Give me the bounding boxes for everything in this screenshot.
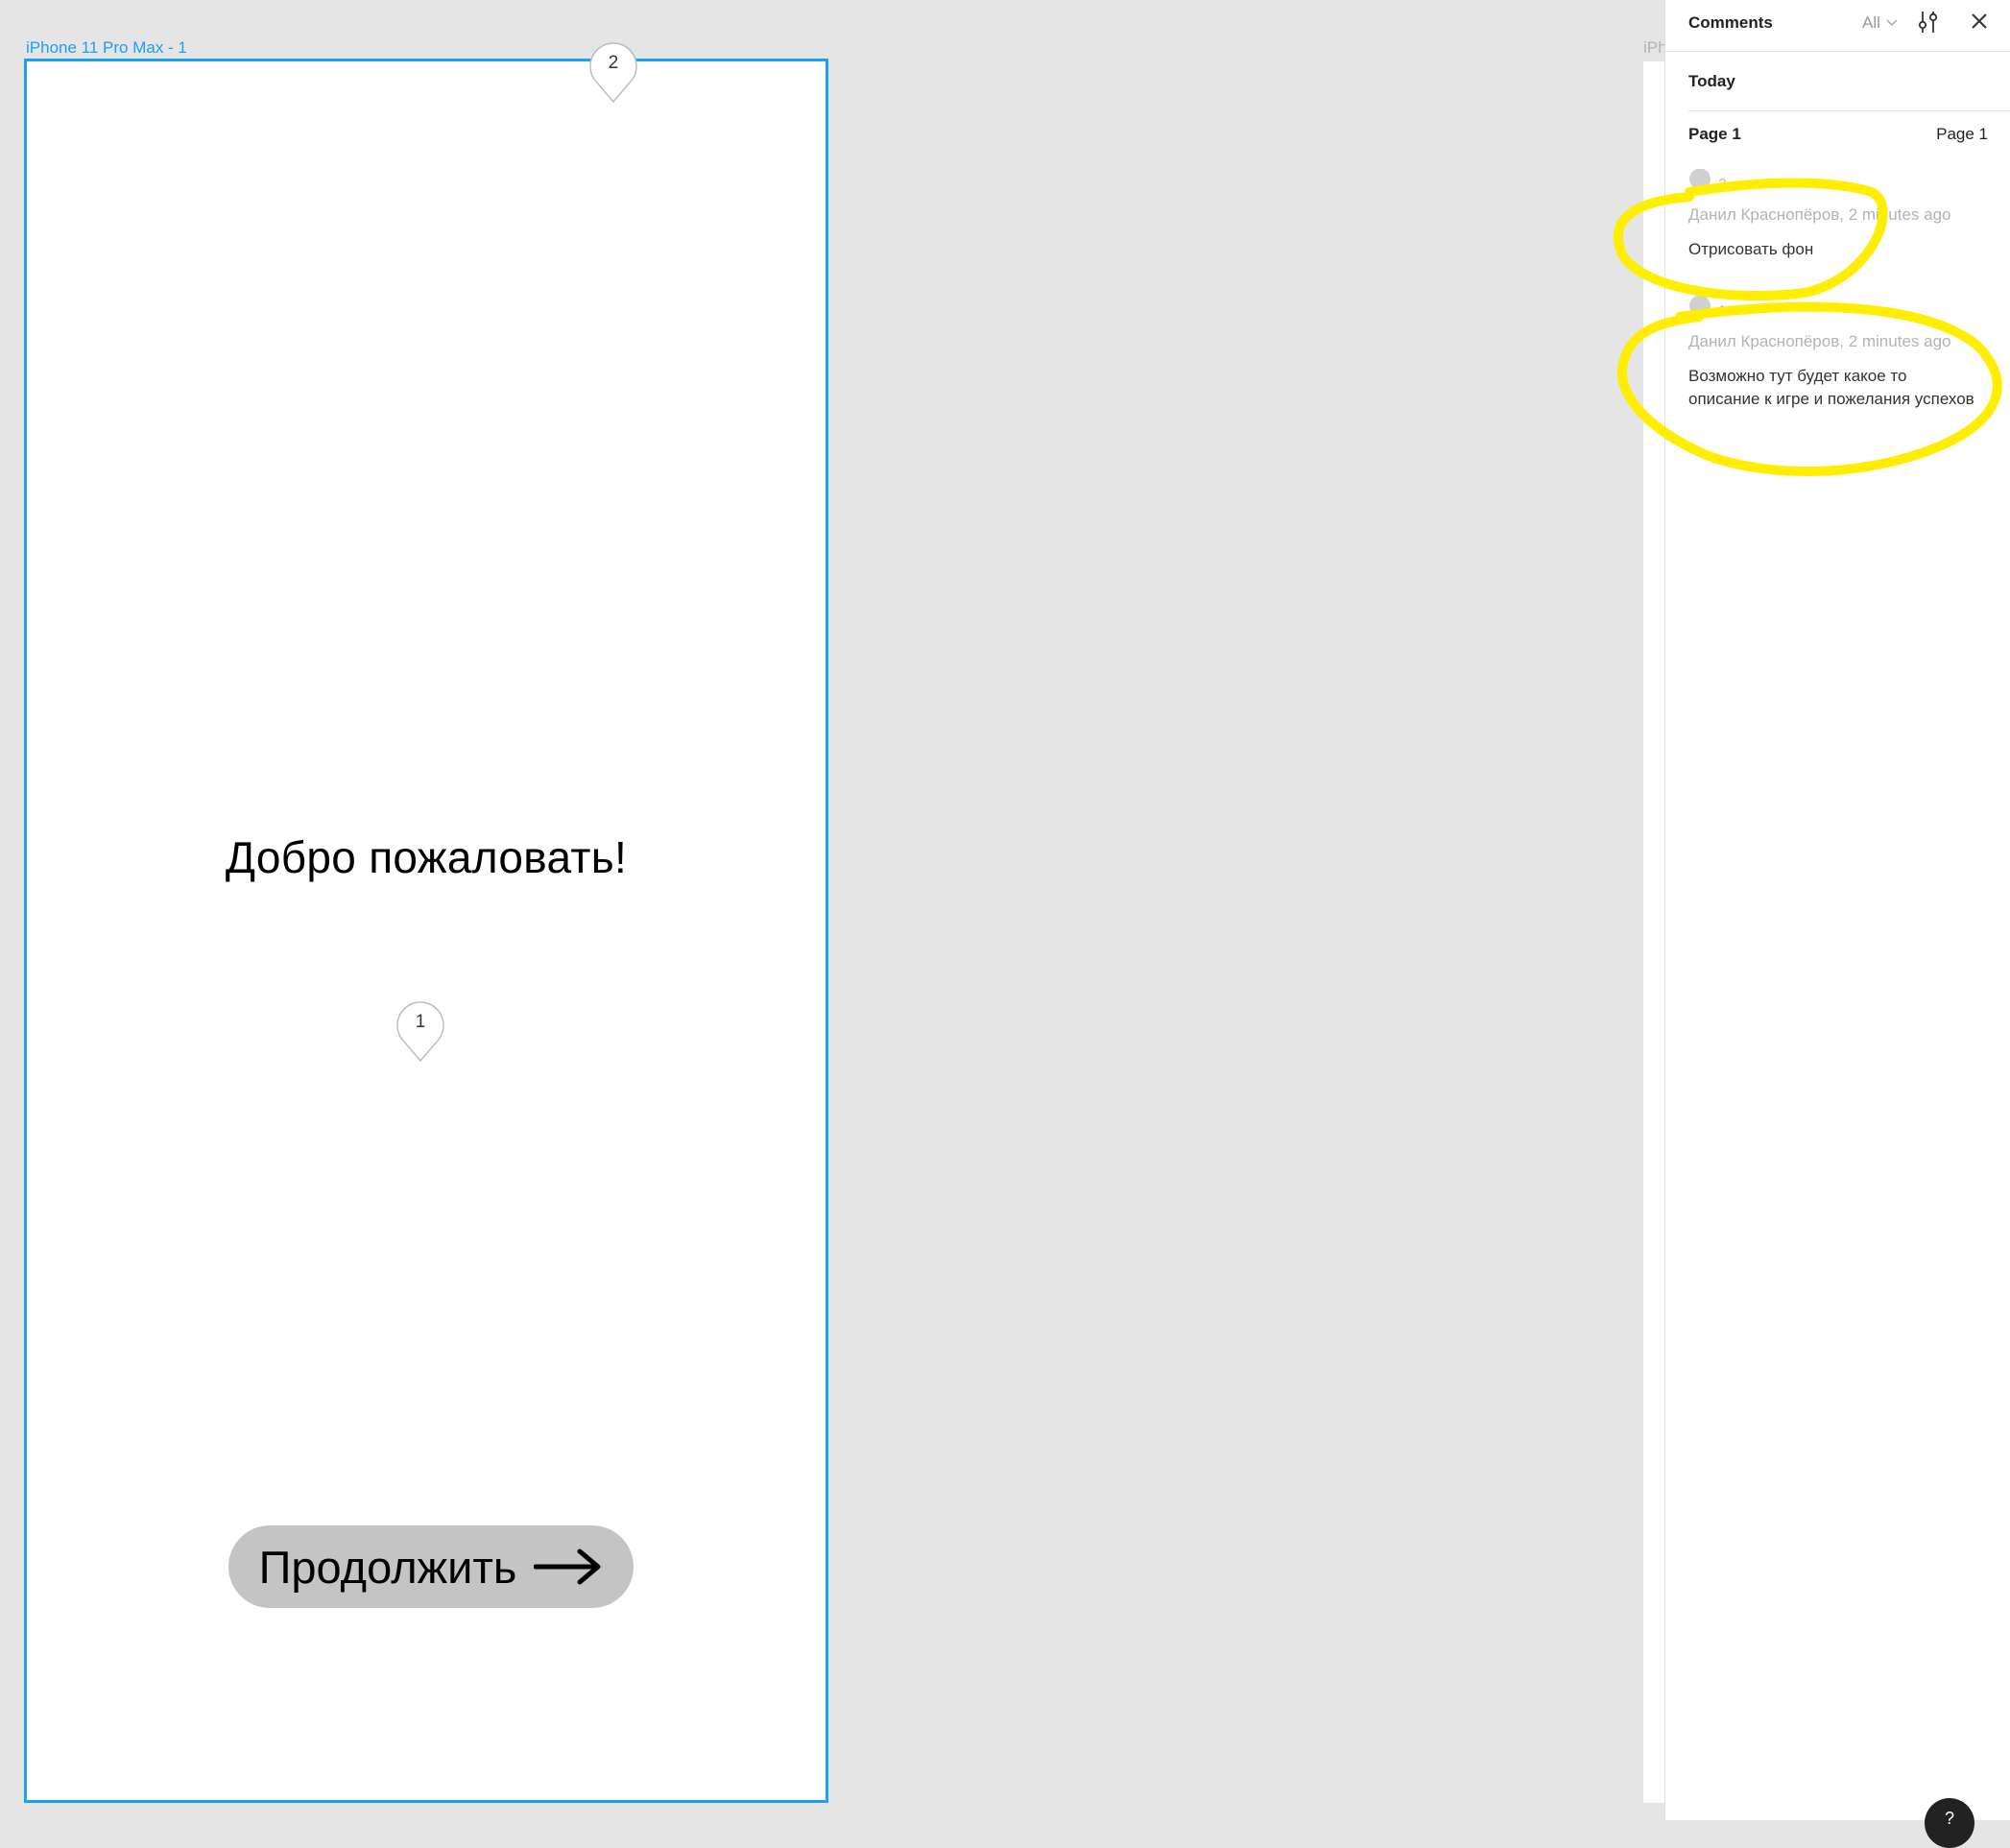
- filter-dropdown[interactable]: All: [1862, 13, 1898, 33]
- comment-pin-number: 2: [608, 53, 619, 73]
- frame-label[interactable]: iPhone 11 Pro Max - 1: [26, 38, 187, 58]
- help-button[interactable]: ?: [1925, 1798, 1974, 1848]
- page-group-label-right: Page 1: [1936, 125, 1988, 143]
- comment-marker-icon: [1689, 296, 1711, 321]
- next-frame-label[interactable]: iPhone: [1643, 38, 1664, 58]
- comment-pin-2[interactable]: 2: [588, 42, 638, 104]
- sliders-icon[interactable]: [1917, 10, 1940, 35]
- comment-marker-icon: [1689, 169, 1711, 194]
- comment-pin-1[interactable]: 1: [395, 1001, 445, 1063]
- page-group-label: Page 1: [1688, 125, 1741, 143]
- continue-button-label: Продолжить: [258, 1541, 517, 1593]
- panel-header: Comments All: [1665, 0, 2010, 52]
- section-today: Today: [1688, 72, 1735, 90]
- design-canvas[interactable]: iPhone 11 Pro Max - 1 Добро пожаловать! …: [0, 0, 1664, 1820]
- comment-meta: Данил Краснопёров, 2 minutes ago: [1688, 205, 1951, 224]
- comment-number: 1: [1718, 303, 1727, 320]
- comments-panel: Comments All Today Page 1 Page 1 2 Данил…: [1664, 0, 2010, 1820]
- comment-text: Возможно тут будет какое то описание к и…: [1688, 367, 1974, 408]
- panel-title: Comments: [1688, 13, 1773, 32]
- arrow-right-icon: [534, 1548, 601, 1585]
- comment-number: 2: [1718, 177, 1727, 193]
- comment-text: Отрисовать фон: [1688, 240, 1814, 258]
- iphone-frame[interactable]: Добро пожаловать! Продолжить: [24, 59, 828, 1803]
- comment-pin-number: 1: [415, 1012, 426, 1032]
- comment-meta: Данил Краснопёров, 2 minutes ago: [1688, 332, 1951, 350]
- chevron-down-icon: [1886, 19, 1898, 27]
- divider: [1688, 110, 2010, 111]
- next-frame[interactable]: [1643, 61, 1664, 1803]
- close-icon[interactable]: [1970, 12, 1989, 31]
- continue-button[interactable]: Продолжить: [228, 1525, 634, 1608]
- welcome-heading: Добро пожаловать!: [225, 832, 628, 882]
- filter-label: All: [1862, 13, 1880, 32]
